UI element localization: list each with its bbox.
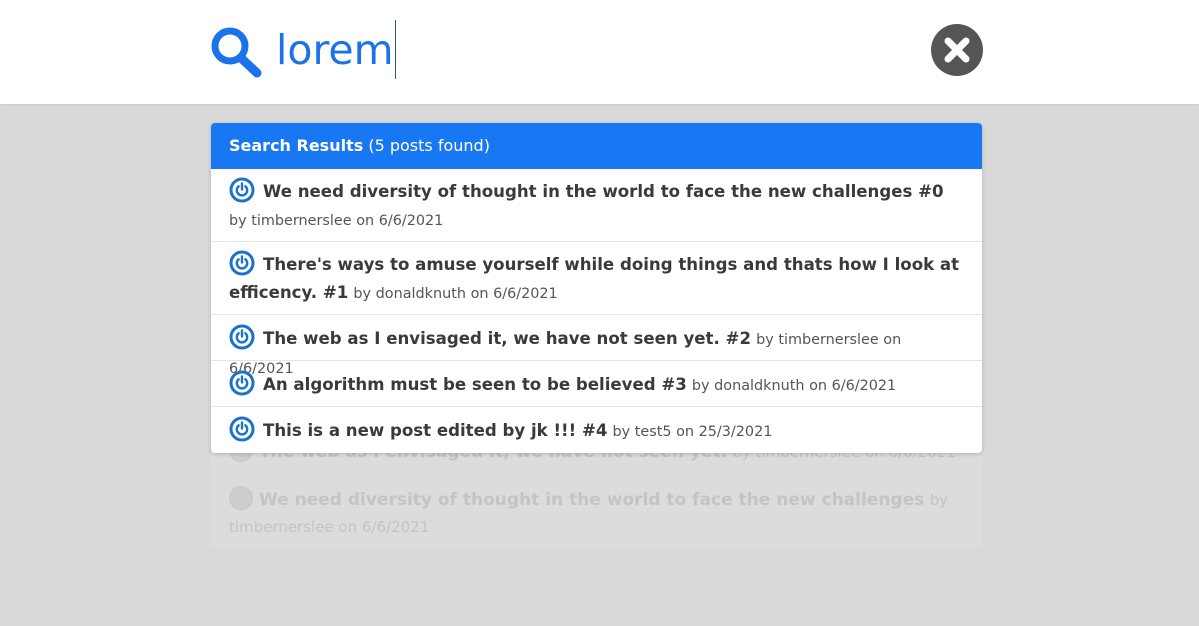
search-result-title: The web as I envisaged it, we have not s… [263, 329, 751, 348]
search-results-panel: Search Results (5 posts found) We need d… [211, 123, 982, 453]
power-icon [229, 416, 255, 442]
close-icon [944, 37, 970, 63]
search-icon [211, 27, 262, 78]
text-caret [395, 20, 396, 79]
search-results-count: (5 posts found) [368, 136, 490, 155]
search-input[interactable] [276, 20, 876, 80]
background-post: We need diversity of thought in the worl… [229, 486, 964, 541]
search-results-header: Search Results (5 posts found) [211, 123, 982, 169]
power-icon [229, 177, 255, 203]
search-result-item[interactable]: This is a new post edited by jk !!! #4 b… [211, 407, 982, 453]
power-icon [229, 324, 255, 350]
search-result-title: An algorithm must be seen to be believed… [263, 375, 687, 394]
power-icon [229, 250, 255, 276]
search-result-meta: by donaldknuth on 6/6/2021 [691, 378, 897, 394]
search-result-item[interactable]: The web as I envisaged it, we have not s… [211, 315, 982, 377]
search-result-item[interactable]: We need diversity of thought in the worl… [211, 169, 982, 242]
search-result-meta: by donaldknuth on 6/6/2021 [353, 286, 558, 302]
search-result-title: This is a new post edited by jk !!! #4 [263, 421, 608, 440]
search-result-meta: by test5 on 25/3/2021 [612, 424, 773, 440]
search-result-title: We need diversity of thought in the worl… [263, 182, 944, 201]
power-icon [229, 370, 255, 396]
avatar [229, 486, 253, 510]
search-result-title: There's ways to amuse yourself while doi… [229, 255, 960, 302]
close-button[interactable] [931, 24, 983, 76]
background-post-title: We need diversity of thought in the worl… [259, 490, 925, 510]
search-result-item[interactable]: There's ways to amuse yourself while doi… [211, 242, 982, 315]
search-bar [0, 0, 1199, 104]
search-results-title: Search Results [229, 136, 364, 155]
search-result-meta: by timbernerslee on 6/6/2021 [229, 213, 444, 229]
search-result-item[interactable]: An algorithm must be seen to be believed… [211, 361, 982, 407]
